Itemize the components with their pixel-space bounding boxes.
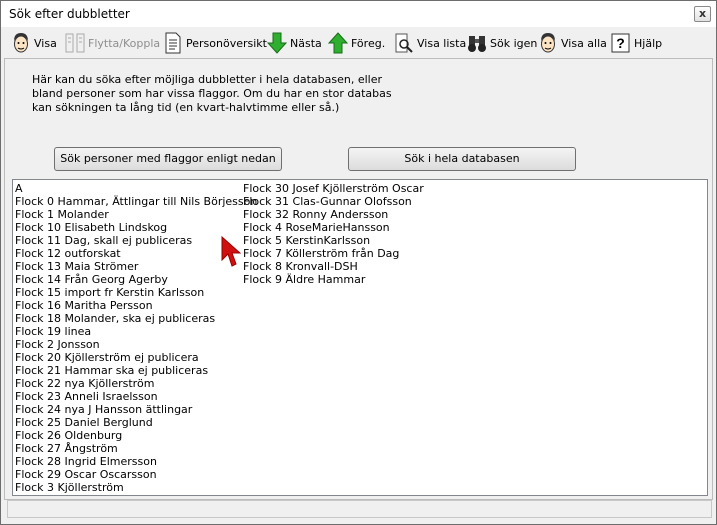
list-item[interactable]: Flock 19 linea [15, 325, 257, 338]
magnifier-list-icon [394, 32, 414, 54]
list-item[interactable]: Flock 23 Anneli Israelsson [15, 390, 257, 403]
list-item[interactable]: Flock 7 Köllerström från Dag [243, 247, 424, 260]
move-link-button[interactable]: Flytta/Koppla [65, 30, 160, 56]
list-item[interactable]: Flock 9 Äldre Hammar [243, 273, 424, 286]
toolbar: Visa Flytta/Koppla Personöversikt Nästa … [1, 28, 716, 58]
list-item[interactable]: Flock 14 Från Georg Agerby [15, 273, 257, 286]
list-column-2: Flock 30 Josef Kjöllerström Oscar Flock 3… [243, 182, 424, 286]
binoculars-icon [467, 32, 487, 54]
title-bar[interactable]: Sök efter dubbletter x [1, 1, 716, 27]
list-item[interactable]: Flock 8 Kronvall-DSH [243, 260, 424, 273]
search-again-label: Sök igen [490, 36, 538, 50]
list-item[interactable]: Flock 26 Oldenburg [15, 429, 257, 442]
search-flags-button[interactable]: Sök personer med flaggor enligt nedan [54, 147, 282, 171]
list-item[interactable]: Flock 31 Clas-Gunnar Olofsson [243, 195, 424, 208]
arrow-down-icon [266, 32, 288, 54]
list-item[interactable]: Flock 5 KerstinKarlsson [243, 234, 424, 247]
info-text: Här kan du söka efter möjliga dubbletter… [32, 73, 392, 114]
list-item[interactable]: Flock 2 Jonsson [15, 338, 257, 351]
show-list-label: Visa lista [417, 36, 467, 50]
move-link-label: Flytta/Koppla [88, 36, 161, 50]
view-button[interactable]: Visa [11, 30, 57, 56]
list-item[interactable]: Flock 21 Hammar ska ej publiceras [15, 364, 257, 377]
list-item[interactable]: Flock 20 Kjöllerström ej publicera [15, 351, 257, 364]
move-link-icon [65, 32, 85, 54]
flag-listbox[interactable]: A Flock 0 Hammar, Ättlingar till Nils Bör… [12, 179, 708, 496]
list-item[interactable]: Flock 22 nya Kjöllerström [15, 377, 257, 390]
list-item[interactable]: Flock 4 RoseMarieHansson [243, 221, 424, 234]
show-all-button[interactable]: Visa alla [538, 30, 607, 56]
show-list-button[interactable]: Visa lista [394, 30, 466, 56]
previous-label: Föreg. [351, 36, 386, 50]
list-item[interactable]: Flock 24 nya J Hansson ättlingar [15, 403, 257, 416]
person-overview-label: Personöversikt [186, 36, 267, 50]
list-item[interactable]: Flock 3 Kjöllerström [15, 481, 257, 494]
list-column-1: A Flock 0 Hammar, Ättlingar till Nils Bör… [15, 182, 257, 494]
list-item[interactable]: Flock 25 Daniel Berglund [15, 416, 257, 429]
next-label: Nästa [290, 36, 322, 50]
list-item[interactable]: Flock 29 Oscar Oscarsson [15, 468, 257, 481]
list-item[interactable]: Flock 10 Elisabeth Lindskog [15, 221, 257, 234]
search-all-button[interactable]: Sök i hela databasen [348, 147, 576, 171]
list-item[interactable]: Flock 0 Hammar, Ättlingar till Nils Börj… [15, 195, 257, 208]
close-button[interactable]: x [694, 6, 711, 22]
list-item[interactable]: A [15, 182, 257, 195]
view-label: Visa [34, 36, 57, 50]
search-again-button[interactable]: Sök igen [467, 30, 537, 56]
list-item[interactable]: Flock 32 Ronny Andersson [243, 208, 424, 221]
help-button[interactable]: ? Hjälp [611, 30, 662, 56]
window-title: Sök efter dubbletter [9, 7, 130, 21]
previous-button[interactable]: Föreg. [327, 30, 386, 56]
status-bar [7, 500, 712, 518]
document-icon [163, 32, 183, 54]
arrow-up-icon [327, 32, 349, 54]
face-icon [538, 32, 558, 54]
list-item[interactable]: Flock 1 Molander [15, 208, 257, 221]
list-item[interactable]: Flock 15 import fr Kerstin Karlsson [15, 286, 257, 299]
show-all-label: Visa alla [561, 36, 607, 50]
list-item[interactable]: Flock 28 Ingrid Elmersson [15, 455, 257, 468]
list-item[interactable]: Flock 30 Josef Kjöllerström Oscar [243, 182, 424, 195]
list-item[interactable]: Flock 27 Ångström [15, 442, 257, 455]
svg-text:?: ? [616, 35, 625, 51]
person-overview-button[interactable]: Personöversikt [163, 30, 267, 56]
mouse-cursor-icon [221, 236, 241, 267]
help-icon: ? [611, 32, 631, 54]
next-button[interactable]: Nästa [266, 30, 322, 56]
list-item[interactable]: Flock 18 Molander, ska ej publiceras [15, 312, 257, 325]
list-item[interactable]: Flock 16 Maritha Persson [15, 299, 257, 312]
app-window: Sök efter dubbletter x Visa Flytta/Koppl… [0, 0, 717, 525]
help-label: Hjälp [634, 36, 663, 50]
face-icon [11, 32, 31, 54]
